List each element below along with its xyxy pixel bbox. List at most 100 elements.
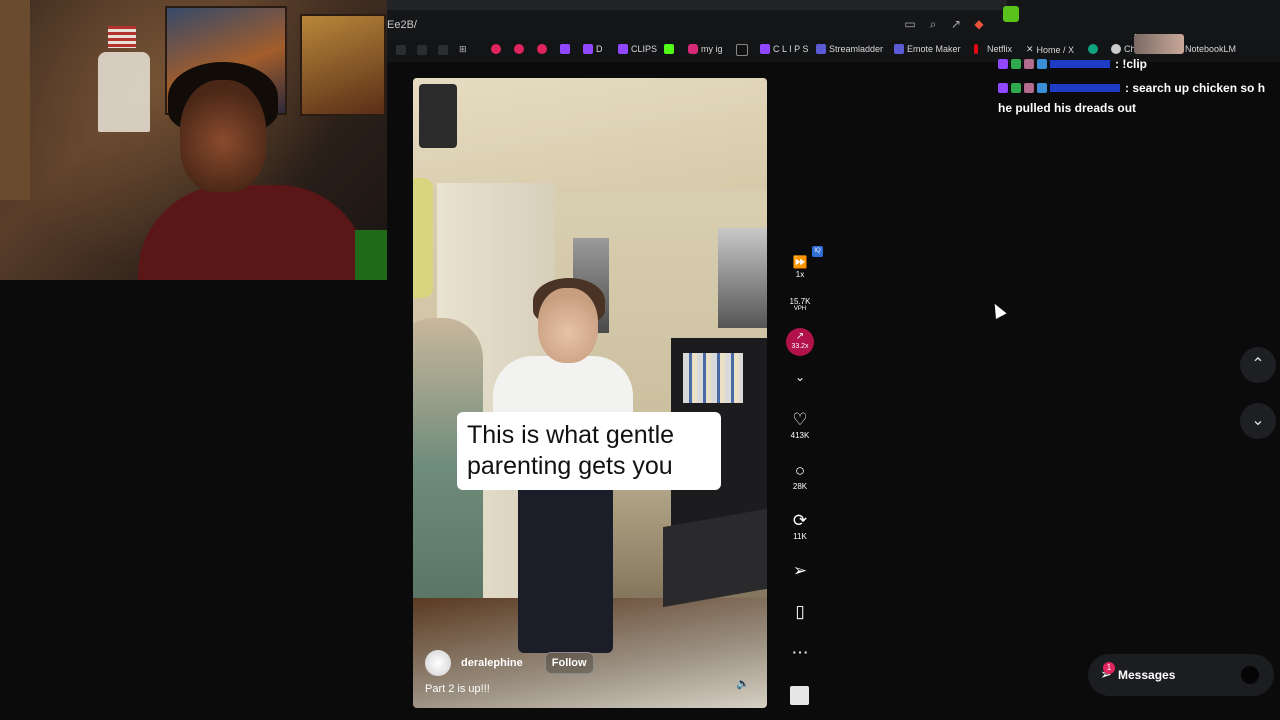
bookmark-item[interactable]: CLIPS: [618, 44, 657, 54]
speed-control[interactable]: ⏩ 1x: [783, 255, 817, 280]
badge-icon: [1024, 59, 1034, 69]
bookmark-item[interactable]: Streamladder: [816, 44, 883, 54]
heart-icon: ♡: [792, 410, 808, 429]
tab-strip[interactable]: [387, 0, 1007, 10]
webcam-green-object: [355, 230, 387, 280]
chat-emote-icon: [1003, 6, 1019, 22]
comment-button[interactable]: ○ 28K: [783, 461, 817, 491]
video-books: [683, 353, 743, 403]
more-icon: ⋯: [791, 643, 809, 662]
twitch-icon: [560, 44, 570, 54]
cast-icon[interactable]: ▭: [903, 17, 917, 31]
instagram-icon: [688, 44, 698, 54]
bookmark-item[interactable]: [560, 44, 573, 54]
bookmark-item[interactable]: [736, 44, 751, 56]
avatar: [1241, 666, 1259, 684]
author-username[interactable]: deralephine: [461, 657, 523, 669]
kick-icon: [664, 44, 674, 54]
webcam-overlay: [0, 0, 387, 280]
brave-shield-icon[interactable]: ◆: [972, 17, 986, 31]
streamladder-icon: [816, 44, 826, 54]
vph-stat: 15.7K VPH: [789, 297, 811, 312]
webcam-flag: [108, 26, 136, 48]
square-icon[interactable]: [417, 44, 427, 55]
fast-forward-icon: ⏩: [792, 255, 808, 269]
next-video-button[interactable]: ⌄: [1240, 403, 1276, 439]
video-boy-face: [538, 288, 598, 363]
video-caption: This is what gentle parenting gets you: [457, 412, 721, 490]
share-icon[interactable]: ↗: [949, 17, 963, 31]
badge-icon: [1037, 83, 1047, 93]
bookmark-item[interactable]: [1088, 44, 1101, 54]
twitch-icon: [618, 44, 628, 54]
emote-maker-icon: [894, 44, 904, 54]
video-boy-pants: [518, 483, 613, 653]
collapse-stats-button[interactable]: ⌄: [783, 367, 817, 387]
apps-grid-icon[interactable]: ⊞: [459, 44, 467, 55]
messages-button[interactable]: ➢ 1 Messages: [1088, 654, 1274, 696]
mouse-cursor-icon: [989, 301, 1007, 319]
zoom-icon[interactable]: ⌕: [926, 17, 940, 31]
music-icon: [514, 44, 524, 54]
messages-label: Messages: [1118, 668, 1176, 682]
app-icon: [1088, 44, 1098, 54]
author-avatar[interactable]: [425, 650, 451, 676]
netflix-icon: [974, 44, 978, 54]
share-button[interactable]: ➢: [783, 561, 817, 581]
bookmark-icon: ▯: [795, 602, 805, 621]
chatter-name: [1050, 60, 1110, 68]
youtube-icon: [537, 44, 547, 54]
bookmark-item[interactable]: [537, 44, 550, 54]
bookmark-item[interactable]: [664, 44, 677, 54]
webcam-poster-landscape: [300, 14, 386, 116]
video-desk: [663, 508, 767, 608]
volume-icon[interactable]: 🔈: [736, 677, 750, 690]
browser-toolbar: ▭ ⌕ ↗ ◆: [903, 17, 986, 31]
bookmark-item[interactable]: my ig: [688, 44, 723, 54]
previous-video-button[interactable]: ⌃: [1240, 347, 1276, 383]
audio-thumbnail[interactable]: [790, 686, 809, 705]
bookmark-item[interactable]: Emote Maker: [894, 44, 961, 54]
bookmark-item[interactable]: Netflix: [974, 44, 1012, 54]
webcam-door: [0, 0, 30, 200]
video-wall-clock: [419, 84, 457, 148]
bookmark-item[interactable]: ✕ Home / X: [1026, 44, 1074, 55]
tiktok-icon: [736, 44, 748, 56]
bookmark-item[interactable]: C L I P S: [760, 44, 809, 54]
chat-video-thumbnail: [1134, 34, 1184, 54]
comment-icon: ○: [794, 461, 806, 480]
bookmark-item[interactable]: D: [583, 44, 603, 54]
badge-icon: [1024, 83, 1034, 93]
follow-button[interactable]: Follow: [544, 652, 594, 674]
badge-icon: [998, 83, 1008, 93]
square-icon[interactable]: [438, 44, 448, 55]
badge-icon: [1011, 59, 1021, 69]
badge-icon: [1037, 59, 1047, 69]
chevron-down-icon: ⌄: [1251, 412, 1265, 429]
video-ceiling: [413, 78, 767, 188]
video-player[interactable]: [413, 78, 767, 708]
trend-icon: ↗: [795, 331, 805, 342]
square-icon[interactable]: [396, 44, 406, 55]
send-icon: ➢: [792, 561, 808, 580]
window-controls: ⊞: [396, 44, 467, 55]
badge-icon: [998, 59, 1008, 69]
save-button[interactable]: ▯: [783, 602, 817, 622]
address-bar-url[interactable]: Ee2B/: [387, 19, 417, 31]
chat-line: : search up chicken so h: [998, 81, 1265, 95]
video-wall-art: [718, 228, 767, 328]
notification-badge: 1: [1103, 662, 1115, 674]
repost-button[interactable]: ⟳ 11K: [783, 511, 817, 541]
chatter-name: [1050, 84, 1120, 92]
trend-multiplier-badge: ↗ 33.2x: [786, 328, 814, 356]
like-button[interactable]: ♡ 413K: [783, 410, 817, 440]
webcam-person-face: [180, 80, 266, 192]
video-author-row: deralephine Follow: [425, 650, 594, 676]
video-description: Part 2 is up!!!: [425, 683, 490, 695]
repost-icon: ⟳: [792, 511, 808, 530]
more-options-button[interactable]: ⋯: [783, 643, 817, 663]
twitch-icon: [583, 44, 593, 54]
bookmark-item[interactable]: [491, 44, 504, 54]
bookmark-item[interactable]: [514, 44, 527, 54]
chat-line: he pulled his dreads out: [998, 101, 1137, 115]
